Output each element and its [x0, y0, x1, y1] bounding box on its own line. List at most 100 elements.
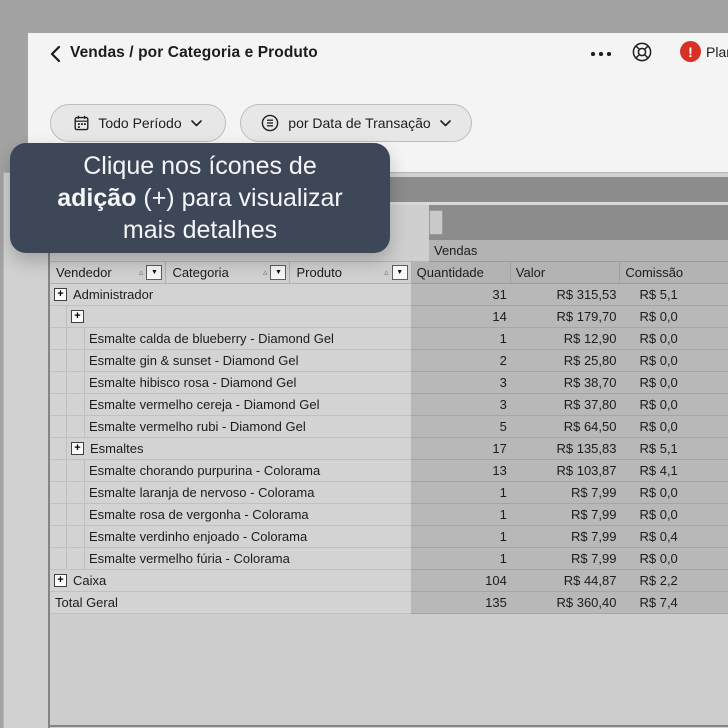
row-label: Administrador — [73, 287, 154, 302]
period-filter-label: Todo Período — [98, 115, 182, 131]
commission-cell: R$ 0,0 — [619, 482, 728, 504]
expand-plus-button[interactable]: + — [71, 310, 84, 323]
chevron-left-icon — [50, 45, 60, 63]
table-row: + Administrador 31 R$ 315,53 R$ 5,1 — [50, 284, 728, 306]
row-label: Esmalte rosa de vergonha - Colorama — [89, 507, 309, 522]
row-label: Esmalte vermelho rubi - Diamond Gel — [89, 419, 306, 434]
sort-asc-icon: ▵ — [138, 267, 144, 277]
tooltip-line1: Clique nos ícones de — [83, 152, 317, 180]
pivot-header-row: Vendedor ▵ ▼ Categoria ▵ ▼ Produto ▵ ▼ Q… — [50, 262, 728, 284]
column-header-categoria[interactable]: Categoria ▵ ▼ — [166, 262, 291, 284]
table-row: Esmalte calda de blueberry - Diamond Gel… — [50, 328, 728, 350]
sort-asc-icon: ▵ — [262, 267, 268, 277]
plan-alert[interactable]: ! Plan — [680, 41, 728, 62]
filter-dropdown-button[interactable]: ▼ — [391, 265, 408, 280]
quantity-cell: 1 — [410, 504, 510, 526]
commission-cell: R$ 0,4 — [619, 526, 728, 548]
quantity-cell: 13 — [410, 460, 510, 482]
row-label-cell: Esmalte calda de blueberry - Diamond Gel — [50, 328, 411, 350]
help-button[interactable] — [631, 41, 653, 63]
commission-cell: R$ 0,0 — [619, 548, 728, 570]
filter-dropdown-button[interactable]: ▼ — [146, 265, 163, 280]
quantity-cell: 1 — [410, 526, 510, 548]
row-label: Esmalte vermelho fúria - Colorama — [89, 551, 290, 566]
quantity-cell: 14 — [410, 306, 510, 328]
indent-guide — [50, 526, 67, 547]
back-button[interactable] — [44, 43, 66, 65]
quantity-cell: 31 — [410, 284, 510, 306]
value-cell: R$ 7,99 — [509, 526, 620, 548]
quantity-cell: 5 — [410, 416, 510, 438]
row-label: Esmalte laranja de nervoso - Colorama — [89, 485, 315, 500]
row-label-cell: Total Geral — [50, 592, 411, 614]
commission-cell: R$ 0,0 — [619, 306, 728, 328]
quantity-cell: 104 — [410, 570, 510, 592]
row-label-cell: Esmalte vermelho rubi - Diamond Gel — [50, 416, 411, 438]
group-by-filter-button[interactable]: por Data de Transação — [240, 104, 472, 142]
indent-guide — [67, 504, 85, 525]
row-label-cell: Esmalte hibisco rosa - Diamond Gel — [50, 372, 411, 394]
commission-cell: R$ 7,4 — [619, 592, 728, 614]
expand-plus-button[interactable]: + — [54, 574, 67, 587]
row-label-cell: + — [50, 306, 411, 328]
quantity-cell: 135 — [410, 592, 510, 614]
row-label: Esmaltes — [90, 441, 144, 456]
value-cell: R$ 38,70 — [509, 372, 620, 394]
period-filter-button[interactable]: Todo Período — [50, 104, 226, 142]
column-header-quantidade[interactable]: Quantidade — [411, 262, 511, 284]
indent-guide — [67, 350, 85, 371]
indent-guide — [67, 460, 85, 481]
table-row: Esmalte vermelho rubi - Diamond Gel 5 R$ 6… — [50, 416, 728, 438]
table-row: Esmalte chorando purpurina - Colorama 13 R… — [50, 460, 728, 482]
pivot-columns-area — [429, 205, 728, 240]
row-label: Esmalte calda de blueberry - Diamond Gel — [89, 331, 334, 346]
more-menu-button[interactable] — [586, 44, 616, 64]
indent-guide — [50, 372, 67, 393]
value-cell: R$ 44,87 — [509, 570, 620, 592]
commission-cell: R$ 0,0 — [619, 328, 728, 350]
expand-plus-button[interactable]: + — [71, 442, 84, 455]
value-cell: R$ 37,80 — [509, 394, 620, 416]
column-header-vendedor[interactable]: Vendedor ▵ ▼ — [50, 262, 167, 284]
value-cell: R$ 7,99 — [509, 482, 620, 504]
quantity-cell: 1 — [410, 548, 510, 570]
commission-cell: R$ 2,2 — [619, 570, 728, 592]
grid-bottom-border — [48, 725, 728, 727]
row-label-cell: + Esmaltes — [50, 438, 411, 460]
indent-guide — [50, 328, 67, 349]
chevron-down-icon — [190, 119, 202, 126]
column-header-comissao[interactable]: Comissão — [620, 262, 728, 284]
quantity-cell: 2 — [410, 350, 510, 372]
indent-guide — [67, 526, 85, 547]
row-label-cell: Esmalte chorando purpurina - Colorama — [50, 460, 411, 482]
table-row: Total Geral 135 R$ 360,40 R$ 7,4 — [50, 592, 728, 614]
alert-label: Plan — [706, 43, 728, 60]
value-cell: R$ 360,40 — [509, 592, 620, 614]
indent-guide — [50, 504, 67, 525]
indent-guide — [50, 416, 67, 437]
row-label: Esmalte hibisco rosa - Diamond Gel — [89, 375, 297, 390]
tooltip-line2: (+) para visualizar — [136, 184, 343, 212]
column-header-valor[interactable]: Valor — [510, 262, 621, 284]
indent-guide — [67, 482, 85, 503]
indent-guide — [50, 394, 67, 415]
value-cell: R$ 179,70 — [509, 306, 620, 328]
value-cell: R$ 25,80 — [509, 350, 620, 372]
expand-plus-button[interactable]: + — [54, 288, 67, 301]
circled-list-icon — [261, 114, 279, 132]
column-header-produto[interactable]: Produto ▵ ▼ — [290, 262, 412, 284]
indent-guide — [67, 394, 85, 415]
chevron-down-icon — [439, 119, 451, 126]
filter-dropdown-button[interactable]: ▼ — [270, 265, 287, 280]
row-label: Esmalte gin & sunset - Diamond Gel — [89, 353, 299, 368]
table-row: +14 R$ 179,70 R$ 0,0 — [50, 306, 728, 328]
value-cell: R$ 64,50 — [509, 416, 620, 438]
table-row: Esmalte vermelho fúria - Colorama 1 R$ 7,9… — [50, 548, 728, 570]
table-row: Esmalte laranja de nervoso - Colorama 1 R$… — [50, 482, 728, 504]
row-label: Total Geral — [55, 595, 118, 610]
calendar-icon — [74, 115, 89, 131]
indent-guide — [67, 372, 85, 393]
commission-cell: R$ 0,0 — [619, 416, 728, 438]
tooltip-bold: adição — [57, 184, 137, 212]
column-area-chip — [429, 210, 443, 235]
